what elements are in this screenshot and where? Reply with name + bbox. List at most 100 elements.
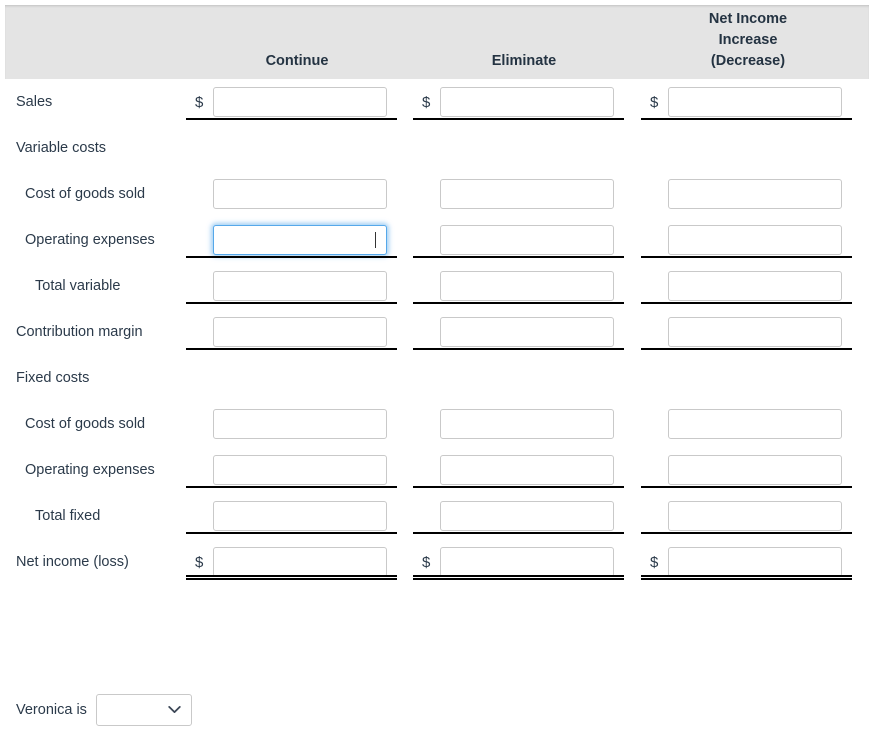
amount-input[interactable] [213,547,387,577]
amount-input[interactable] [440,501,614,531]
input-wrapper [213,271,387,301]
amount-input[interactable] [668,501,842,531]
amount-input[interactable] [668,87,842,117]
worksheet-cell [186,493,398,539]
worksheet-cell [413,401,625,447]
column-header-net-income-line-2: Increase [718,32,778,48]
subtotal-rule [186,532,397,534]
amount-input[interactable] [440,271,614,301]
currency-symbol: $ [650,93,659,111]
worksheet-rows: Sales $ $ $ Variable costs Cost of goods sold… [0,79,884,585]
currency-symbol: $ [195,93,204,111]
subtotal-rule [186,486,397,488]
amount-input[interactable] [668,547,842,577]
cell-content [641,271,853,301]
input-wrapper [668,455,842,485]
amount-input[interactable] [668,179,842,209]
subtotal-rule [186,256,397,258]
amount-input[interactable] [213,271,387,301]
subtotal-rule [186,348,397,350]
amount-input[interactable] [440,317,614,347]
amount-input[interactable] [440,455,614,485]
subtotal-rule [186,118,397,120]
worksheet-row: Total fixed [0,493,884,539]
currency-symbol: $ [422,93,431,111]
amount-input[interactable] [440,409,614,439]
input-wrapper [668,179,842,209]
worksheet-cell [413,493,625,539]
conclusion-label: Veronica is [16,702,87,718]
total-double-rule [641,575,852,580]
cell-content [413,317,625,347]
column-header-net-income: Net Income Increase (Decrease) [637,9,859,72]
worksheet-cell [186,355,398,401]
conclusion-select[interactable] [95,694,192,726]
subtotal-rule [413,302,624,304]
input-wrapper [440,455,614,485]
total-double-rule [413,575,624,580]
cell-content [413,271,625,301]
amount-input[interactable] [213,87,387,117]
worksheet-cell [641,217,853,263]
subtotal-rule [641,486,852,488]
worksheet-cell [413,263,625,309]
row-label: Operating expenses [25,462,155,478]
amount-input[interactable] [213,179,387,209]
row-label: Net income (loss) [16,554,129,570]
input-wrapper [213,409,387,439]
input-wrapper [440,87,614,117]
amount-input[interactable] [440,179,614,209]
amount-input[interactable] [213,409,387,439]
column-header-eliminate: Eliminate [413,51,635,72]
worksheet-cell [413,447,625,493]
subtotal-rule [641,348,852,350]
amount-input[interactable] [668,225,842,255]
amount-input[interactable] [668,409,842,439]
input-wrapper [213,87,387,117]
cell-content: $ [413,547,625,577]
input-wrapper [668,87,842,117]
input-wrapper [668,409,842,439]
amount-input[interactable] [668,271,842,301]
worksheet-cell [186,171,398,217]
amount-input[interactable] [668,317,842,347]
cell-content [641,225,853,255]
worksheet-cell: $ [186,79,398,125]
worksheet-row: Fixed costs [0,355,884,401]
row-label: Variable costs [16,140,106,156]
input-wrapper [213,225,387,255]
amount-input[interactable] [440,87,614,117]
cell-content [186,409,398,439]
worksheet-cell [186,309,398,355]
amount-input[interactable] [668,455,842,485]
amount-input[interactable] [440,547,614,577]
subtotal-rule [641,532,852,534]
cell-content: $ [641,547,853,577]
cell-content: $ [413,87,625,117]
input-wrapper [213,179,387,209]
amount-input[interactable] [213,317,387,347]
row-label: Total variable [35,278,121,294]
input-wrapper [440,179,614,209]
cell-content [641,179,853,209]
cell-content [413,409,625,439]
worksheet-cell [186,401,398,447]
conclusion-dropdown-wrapper [95,694,192,726]
amount-input[interactable] [213,455,387,485]
input-wrapper [668,501,842,531]
amount-input[interactable] [440,225,614,255]
worksheet-cell [413,125,625,171]
input-wrapper [668,271,842,301]
amount-input[interactable] [213,225,387,255]
row-label: Cost of goods sold [25,186,146,202]
cell-content [641,409,853,439]
amount-input[interactable] [213,501,387,531]
worksheet-row: Sales $ $ $ [0,79,884,125]
cell-content [186,179,398,209]
text-caret [375,232,376,248]
input-wrapper [440,547,614,577]
worksheet-cell [186,125,398,171]
input-wrapper [668,547,842,577]
worksheet-row: Contribution margin [0,309,884,355]
subtotal-rule [186,302,397,304]
